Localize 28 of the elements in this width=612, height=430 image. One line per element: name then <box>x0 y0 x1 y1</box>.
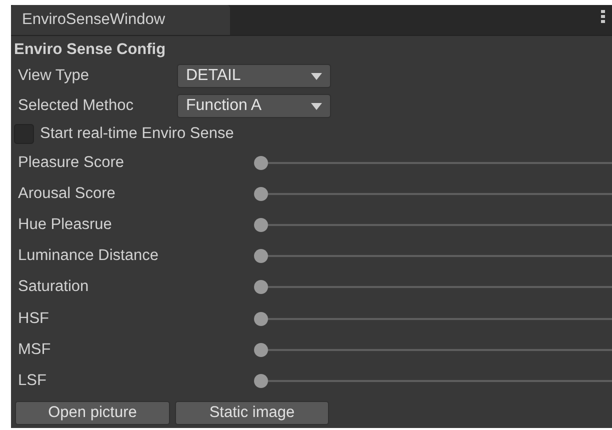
slider-label: Hue Pleasrue <box>18 216 113 234</box>
caret-icon <box>311 102 322 110</box>
slider-thumb[interactable] <box>254 342 268 357</box>
checkbox-label: Start real-time Enviro Sense <box>40 125 234 143</box>
more-options-icon[interactable] <box>601 10 605 22</box>
dropdown[interactable]: Function A <box>177 94 331 118</box>
slider-thumb[interactable] <box>254 218 268 232</box>
field-label: Selected Methoc <box>18 97 134 115</box>
slider-label: LSF <box>18 372 48 390</box>
slider-label: Luminance Distance <box>18 247 160 266</box>
slider-label: Pleasure Score <box>18 154 125 172</box>
window-tab[interactable]: EnviroSenseWindow <box>11 5 230 35</box>
action-button[interactable]: Static image <box>175 400 329 424</box>
caret-icon <box>311 72 322 80</box>
field-label: View Type <box>18 67 90 85</box>
slider-thumb[interactable] <box>254 156 268 170</box>
slider-thumb[interactable] <box>254 249 268 264</box>
action-button[interactable]: Open picture <box>15 400 170 424</box>
slider-label: MSF <box>18 340 52 359</box>
slider-label: Saturation <box>18 278 90 296</box>
slider-thumb[interactable] <box>254 280 268 294</box>
slider-thumb[interactable] <box>254 374 268 388</box>
slider-label: Arousal Score <box>18 184 116 203</box>
dropdown[interactable]: DETAIL <box>177 64 331 88</box>
slider-label: HSF <box>18 310 50 328</box>
section-title: Enviro Sense Config <box>14 40 167 60</box>
slider-thumb[interactable] <box>254 186 268 201</box>
slider-thumb[interactable] <box>254 312 268 326</box>
